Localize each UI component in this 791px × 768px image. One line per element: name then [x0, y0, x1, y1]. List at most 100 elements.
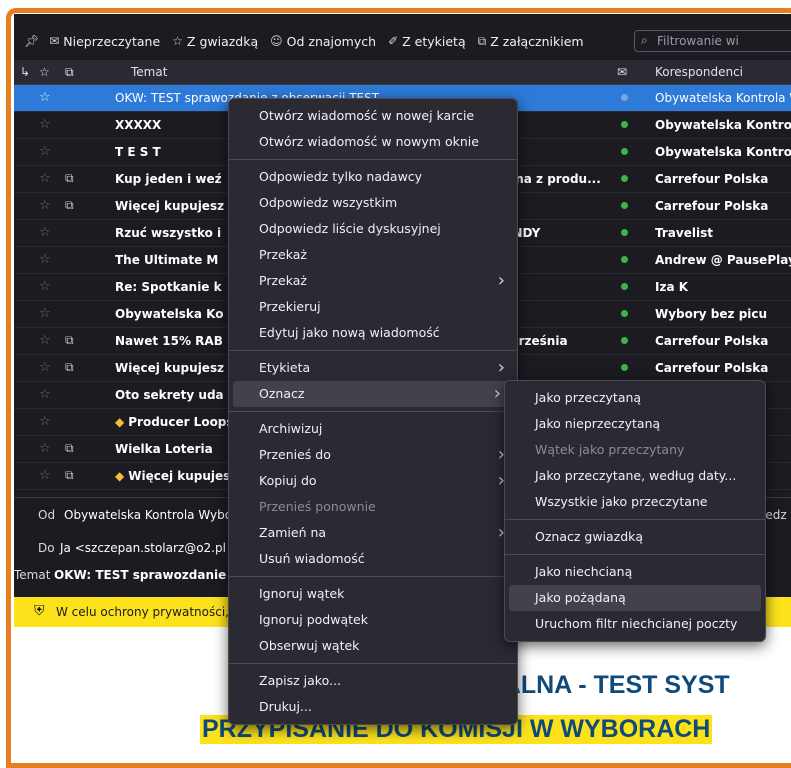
menu-separator [229, 350, 517, 351]
menu-item[interactable]: Odpowiedz tylko nadawcy [229, 164, 517, 190]
from-value[interactable]: Obywatelska Kontrola Wybo [64, 508, 232, 522]
star-column-icon[interactable]: ☆ [39, 65, 50, 79]
menu-item[interactable]: Kopiuj do › [229, 468, 517, 494]
read-status-dot[interactable] [621, 229, 628, 236]
menu-item[interactable]: Jako nieprzeczytaną [505, 411, 765, 437]
menu-item[interactable]: Ignoruj wątek [229, 581, 517, 607]
star-icon[interactable]: ☆ [39, 360, 51, 375]
read-status-dot[interactable] [621, 121, 628, 128]
to-value[interactable]: Ja <szczepan.stolarz@o2.pl [60, 541, 226, 555]
menu-item[interactable]: Uruchom filtr niechcianej poczty [505, 611, 765, 637]
menu-item[interactable]: Obserwuj wątek [229, 633, 517, 659]
menu-item-label: Jako przeczytane, według daty... [535, 468, 737, 483]
column-subject[interactable]: Temat [131, 65, 167, 79]
star-icon[interactable]: ☆ [39, 333, 51, 348]
menu-item[interactable]: Przekaż [229, 242, 517, 268]
star-icon[interactable]: ☆ [39, 198, 51, 213]
chevron-right-icon: › [497, 270, 505, 291]
menu-separator [229, 663, 517, 664]
star-icon[interactable]: ☆ [39, 144, 51, 159]
read-status-dot[interactable] [621, 148, 628, 155]
menu-item[interactable]: Przekaż › [229, 268, 517, 294]
quick-filter-label: Z gwiazdką [186, 33, 259, 49]
row-correspondent: Carrefour Polska [655, 334, 769, 348]
menu-item[interactable]: Jako niechcianą [505, 559, 765, 585]
menu-item[interactable]: Przekieruj [229, 294, 517, 320]
filter-search-input[interactable]: ⌕ Filtrowanie wi [634, 30, 791, 52]
read-status-dot[interactable] [621, 337, 628, 344]
menu-item[interactable]: Wszystkie jako przeczytane [505, 489, 765, 515]
menu-item[interactable]: Odpowiedz liście dyskusyjnej [229, 216, 517, 242]
menu-item[interactable]: Oznacz gwiazdką [505, 524, 765, 550]
star-icon[interactable]: ☆ [39, 279, 51, 294]
menu-item[interactable]: Odpowiedz wszystkim [229, 190, 517, 216]
menu-item-label: Zapisz jako... [259, 673, 341, 688]
quick-filter-1[interactable]: ☆ Z gwiazdką [172, 34, 258, 49]
menu-separator [505, 554, 765, 555]
menu-item-label: Jako nieprzeczytaną [535, 416, 661, 431]
row-correspondent: Wybory bez picu [655, 307, 768, 321]
quick-filter-3[interactable]: ✐ Z etykietą [388, 34, 466, 49]
read-status-dot[interactable] [621, 94, 628, 101]
column-correspondents[interactable]: Korespondenci [655, 65, 743, 79]
menu-item-label: Przenieś do [259, 447, 331, 462]
quick-filter-4[interactable]: ⧉ Z załącznikiem [478, 34, 584, 49]
menu-item[interactable]: Wątek jako przeczytany [505, 437, 765, 463]
star-icon[interactable]: ☆ [39, 225, 51, 240]
quick-filter-bar: 📌︎ ✉ Nieprzeczytane ☆ Z gwiazdką ☺ Od znajomy… [14, 24, 791, 58]
menu-separator [229, 411, 517, 412]
read-status-dot[interactable] [621, 310, 628, 317]
star-icon[interactable]: ☆ [39, 441, 51, 456]
menu-item[interactable]: Zamień na › [229, 520, 517, 546]
read-status-dot[interactable] [621, 202, 628, 209]
row-subject: Więcej kupujesz [115, 199, 225, 213]
row-subject: Kup jeden i weź [115, 172, 222, 186]
menu-item[interactable]: Jako przeczytane, według daty... [505, 463, 765, 489]
menu-separator [229, 576, 517, 577]
menu-item[interactable]: Drukuj... [229, 694, 517, 720]
read-status-dot[interactable] [621, 175, 628, 182]
menu-item[interactable]: Usuń wiadomość [229, 546, 517, 572]
subject-value: OKW: TEST sprawozdanie [54, 568, 227, 582]
read-status-dot[interactable] [621, 283, 628, 290]
menu-item[interactable]: Archiwizuj [229, 416, 517, 442]
read-status-column-icon[interactable]: ✉ [617, 65, 627, 79]
menu-item[interactable]: Zapisz jako... [229, 668, 517, 694]
menu-item-label: Przekaż [259, 247, 307, 262]
menu-item[interactable]: Edytuj jako nową wiadomość [229, 320, 517, 346]
menu-item[interactable]: Jako pożądaną [509, 585, 761, 611]
read-status-dot[interactable] [621, 256, 628, 263]
row-subject: Obywatelska Ko [115, 307, 224, 321]
row-correspondent: Obywatelska Kontrola [655, 118, 791, 132]
row-subject: XXXXX [115, 118, 162, 132]
star-icon[interactable]: ☆ [39, 306, 51, 321]
quick-filter-0[interactable]: ✉ Nieprzeczytane [49, 34, 160, 49]
star-icon[interactable]: ☆ [39, 468, 51, 483]
menu-item[interactable]: Etykieta › [229, 355, 517, 381]
attachment-column-icon[interactable]: ⧉ [65, 65, 74, 80]
menu-item[interactable]: Otwórz wiadomość w nowym oknie [229, 129, 517, 155]
quick-filter-2[interactable]: ☺ Od znajomych [270, 34, 376, 49]
menu-item[interactable]: Przenieś do › [229, 442, 517, 468]
attachment-icon: ⧉ [65, 468, 74, 482]
menu-item[interactable]: Przenieś ponownie [229, 494, 517, 520]
read-status-dot[interactable] [621, 364, 628, 371]
star-icon[interactable]: ☆ [39, 117, 51, 132]
star-icon[interactable]: ☆ [39, 387, 51, 402]
pin-icon[interactable]: 📌︎ [24, 34, 39, 48]
star-icon[interactable]: ☆ [39, 252, 51, 267]
menu-item[interactable]: Otwórz wiadomość w nowej karcie [229, 103, 517, 129]
star-icon[interactable]: ☆ [39, 171, 51, 186]
menu-item[interactable]: Oznacz › [233, 381, 513, 407]
star-icon[interactable]: ☆ [39, 414, 51, 429]
diamond-icon: ◆ [115, 415, 125, 429]
menu-item[interactable]: Jako przeczytaną [505, 385, 765, 411]
privacy-text: W celu ochrony prywatności, [56, 605, 229, 619]
thread-column-icon[interactable]: ↳ [20, 65, 30, 79]
star-icon[interactable]: ☆ [39, 90, 51, 105]
menu-item-label: Obserwuj wątek [259, 638, 360, 653]
row-subject: ◆ Producer Loops [115, 415, 234, 429]
row-correspondent: Travelist [655, 226, 713, 240]
menu-item[interactable]: Ignoruj podwątek [229, 607, 517, 633]
menu-item-label: Jako niechcianą [535, 564, 633, 579]
